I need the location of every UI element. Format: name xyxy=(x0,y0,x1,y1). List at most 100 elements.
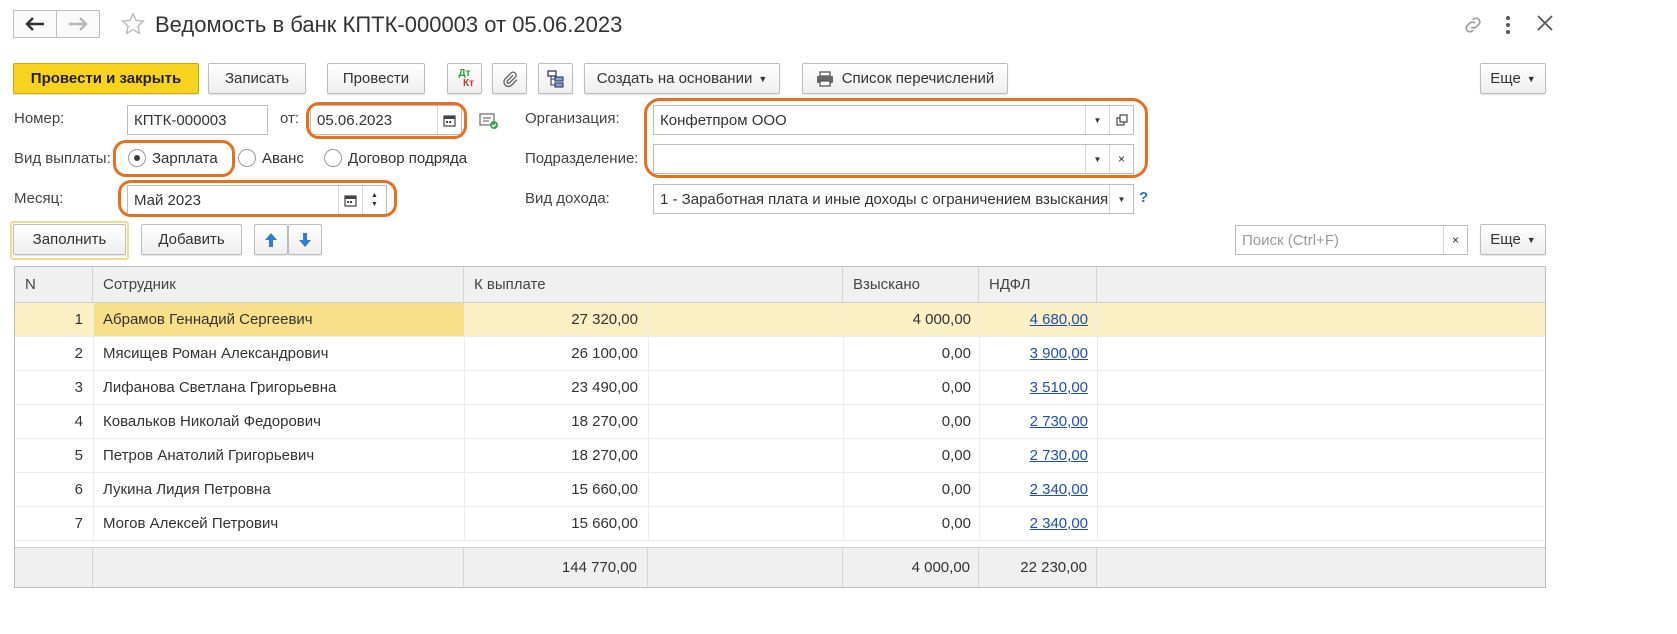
cell-employee[interactable]: Мясищев Роман Александрович xyxy=(93,337,464,370)
cell-withheld[interactable]: 0,00 xyxy=(843,371,979,404)
help-icon[interactable]: ? xyxy=(1139,189,1148,206)
dt-kt-button[interactable]: Дт Кт xyxy=(447,63,482,94)
link-icon[interactable] xyxy=(1462,14,1484,40)
department-field[interactable]: ▼ × xyxy=(653,144,1134,174)
cell-pay[interactable]: 15 660,00 xyxy=(464,507,648,540)
cell-pay[interactable]: 23 490,00 xyxy=(464,371,648,404)
clear-icon[interactable]: × xyxy=(1109,145,1133,173)
cell-n[interactable]: 4 xyxy=(15,405,93,438)
forward-button[interactable] xyxy=(56,10,100,38)
arrow-up-small-icon[interactable]: ▲ xyxy=(371,191,378,200)
ndfl-link[interactable]: 3 900,00 xyxy=(1030,345,1088,362)
cell-employee[interactable]: Ковальков Николай Федорович xyxy=(93,405,464,438)
table-row[interactable]: 4 Ковальков Николай Федорович 18 270,00 0,0… xyxy=(15,405,1545,439)
cell-pay[interactable]: 18 270,00 xyxy=(464,439,648,472)
cell-pay[interactable]: 27 320,00 xyxy=(464,303,648,336)
pay-type-salary-radio[interactable]: Зарплата xyxy=(128,149,218,167)
cell-withheld[interactable]: 0,00 xyxy=(843,507,979,540)
cell-withheld[interactable]: 0,00 xyxy=(843,439,979,472)
cell-n[interactable]: 2 xyxy=(15,337,93,370)
cell-employee[interactable]: Петров Анатолий Григорьевич xyxy=(93,439,464,472)
dt-label: Дт xyxy=(458,67,471,79)
cell-n[interactable]: 1 xyxy=(15,303,93,336)
month-field[interactable]: Май 2023 ▲ ▼ xyxy=(127,185,387,215)
column-header-withheld[interactable]: Взыскано xyxy=(843,267,979,303)
ndfl-link[interactable]: 2 730,00 xyxy=(1030,447,1088,464)
more-vertical-icon[interactable] xyxy=(1503,14,1513,40)
dropdown-icon[interactable]: ▼ xyxy=(1085,106,1109,134)
move-down-button[interactable] xyxy=(288,224,322,255)
back-button[interactable] xyxy=(13,10,57,38)
post-button[interactable]: Провести xyxy=(327,63,425,94)
dropdown-icon[interactable]: ▼ xyxy=(1109,185,1133,213)
structure-button[interactable] xyxy=(538,63,573,94)
cell-pay[interactable]: 15 660,00 xyxy=(464,473,648,506)
pay-type-contract-radio[interactable]: Договор подряда xyxy=(324,149,467,167)
more-button[interactable]: Еще ▼ xyxy=(1480,63,1546,94)
ndfl-link[interactable]: 4 680,00 xyxy=(1030,311,1088,328)
arrow-down-small-icon[interactable]: ▼ xyxy=(371,200,378,209)
column-header-employee[interactable]: Сотрудник xyxy=(93,267,464,303)
table-more-label: Еще xyxy=(1490,231,1521,248)
payroll-table[interactable]: N Сотрудник К выплате Взыскано НДФЛ 1 Абр… xyxy=(14,266,1546,588)
transfer-list-button[interactable]: Список перечислений xyxy=(802,63,1008,94)
add-button[interactable]: Добавить xyxy=(141,224,242,255)
dropdown-icon[interactable]: ▼ xyxy=(1085,145,1109,173)
attach-button[interactable] xyxy=(492,63,527,94)
create-based-on-button[interactable]: Создать на основании ▼ xyxy=(584,63,780,94)
open-icon[interactable] xyxy=(1109,106,1133,134)
chevron-down-icon: ▼ xyxy=(1526,73,1536,84)
table-row[interactable]: 5 Петров Анатолий Григорьевич 18 270,00 0,0… xyxy=(15,439,1545,473)
date-field[interactable]: 05.06.2023 xyxy=(310,105,462,135)
kt-label: Кт xyxy=(462,77,474,89)
number-value: КПТК-000003 xyxy=(134,111,227,129)
cell-withheld[interactable]: 0,00 xyxy=(843,473,979,506)
cell-employee[interactable]: Лукина Лидия Петровна xyxy=(93,473,464,506)
column-divider xyxy=(464,303,465,541)
organization-field[interactable]: Конфетпром ООО ▼ xyxy=(653,105,1134,135)
fill-button[interactable]: Заполнить xyxy=(13,224,126,255)
cell-pay[interactable]: 18 270,00 xyxy=(464,405,648,438)
cell-pay[interactable]: 26 100,00 xyxy=(464,337,648,370)
cell-n[interactable]: 5 xyxy=(15,439,93,472)
income-type-field[interactable]: 1 - Заработная плата и иные доходы с огр… xyxy=(653,184,1134,214)
cell-employee[interactable]: Абрамов Геннадий Сергеевич xyxy=(93,303,464,336)
cell-n[interactable]: 6 xyxy=(15,473,93,506)
ndfl-link[interactable]: 3 510,00 xyxy=(1030,379,1088,396)
table-row[interactable]: 1 Абрамов Геннадий Сергеевич 27 320,00 4 00… xyxy=(15,303,1545,337)
post-and-close-button[interactable]: Провести и закрыть xyxy=(13,63,199,94)
clear-icon[interactable]: × xyxy=(1443,226,1467,254)
column-header-pay[interactable]: К выплате xyxy=(464,267,843,303)
pay-type-label: Вид выплаты: xyxy=(14,150,111,167)
table-row[interactable]: 7 Могов Алексей Петрович 15 660,00 0,00 2 34… xyxy=(15,507,1545,541)
table-row[interactable]: 3 Лифанова Светлана Григорьевна 23 490,00 0… xyxy=(15,371,1545,405)
calendar-icon[interactable] xyxy=(338,186,362,214)
cell-withheld[interactable]: 0,00 xyxy=(843,337,979,370)
close-icon[interactable] xyxy=(1536,14,1554,36)
cell-employee[interactable]: Могов Алексей Петрович xyxy=(93,507,464,540)
calendar-icon[interactable] xyxy=(437,106,461,134)
cell-employee[interactable]: Лифанова Светлана Григорьевна xyxy=(93,371,464,404)
favorite-star-icon[interactable] xyxy=(120,11,146,41)
pay-type-advance-radio[interactable]: Аванс xyxy=(238,149,304,167)
arrow-left-icon xyxy=(25,17,44,31)
cell-n[interactable]: 7 xyxy=(15,507,93,540)
table-row[interactable]: 2 Мясищев Роман Александрович 26 100,00 0,0… xyxy=(15,337,1545,371)
cell-withheld[interactable]: 4 000,00 xyxy=(843,303,979,336)
column-header-ndfl[interactable]: НДФЛ xyxy=(979,267,1097,303)
column-divider xyxy=(843,303,844,541)
document-check-icon[interactable] xyxy=(479,112,499,134)
move-up-button[interactable] xyxy=(254,224,288,255)
ndfl-link[interactable]: 2 340,00 xyxy=(1030,515,1088,532)
write-button[interactable]: Записать xyxy=(208,63,306,94)
cell-n[interactable]: 3 xyxy=(15,371,93,404)
number-field[interactable]: КПТК-000003 xyxy=(127,105,268,135)
column-header-n[interactable]: N xyxy=(15,267,93,303)
ndfl-link[interactable]: 2 340,00 xyxy=(1030,481,1088,498)
ndfl-link[interactable]: 2 730,00 xyxy=(1030,413,1088,430)
cell-withheld[interactable]: 0,00 xyxy=(843,405,979,438)
table-row[interactable]: 6 Лукина Лидия Петровна 15 660,00 0,00 2 340… xyxy=(15,473,1545,507)
month-stepper[interactable]: ▲ ▼ xyxy=(362,186,386,214)
table-more-button[interactable]: Еще ▼ xyxy=(1480,224,1546,255)
search-input[interactable]: Поиск (Ctrl+F) × xyxy=(1235,225,1468,255)
